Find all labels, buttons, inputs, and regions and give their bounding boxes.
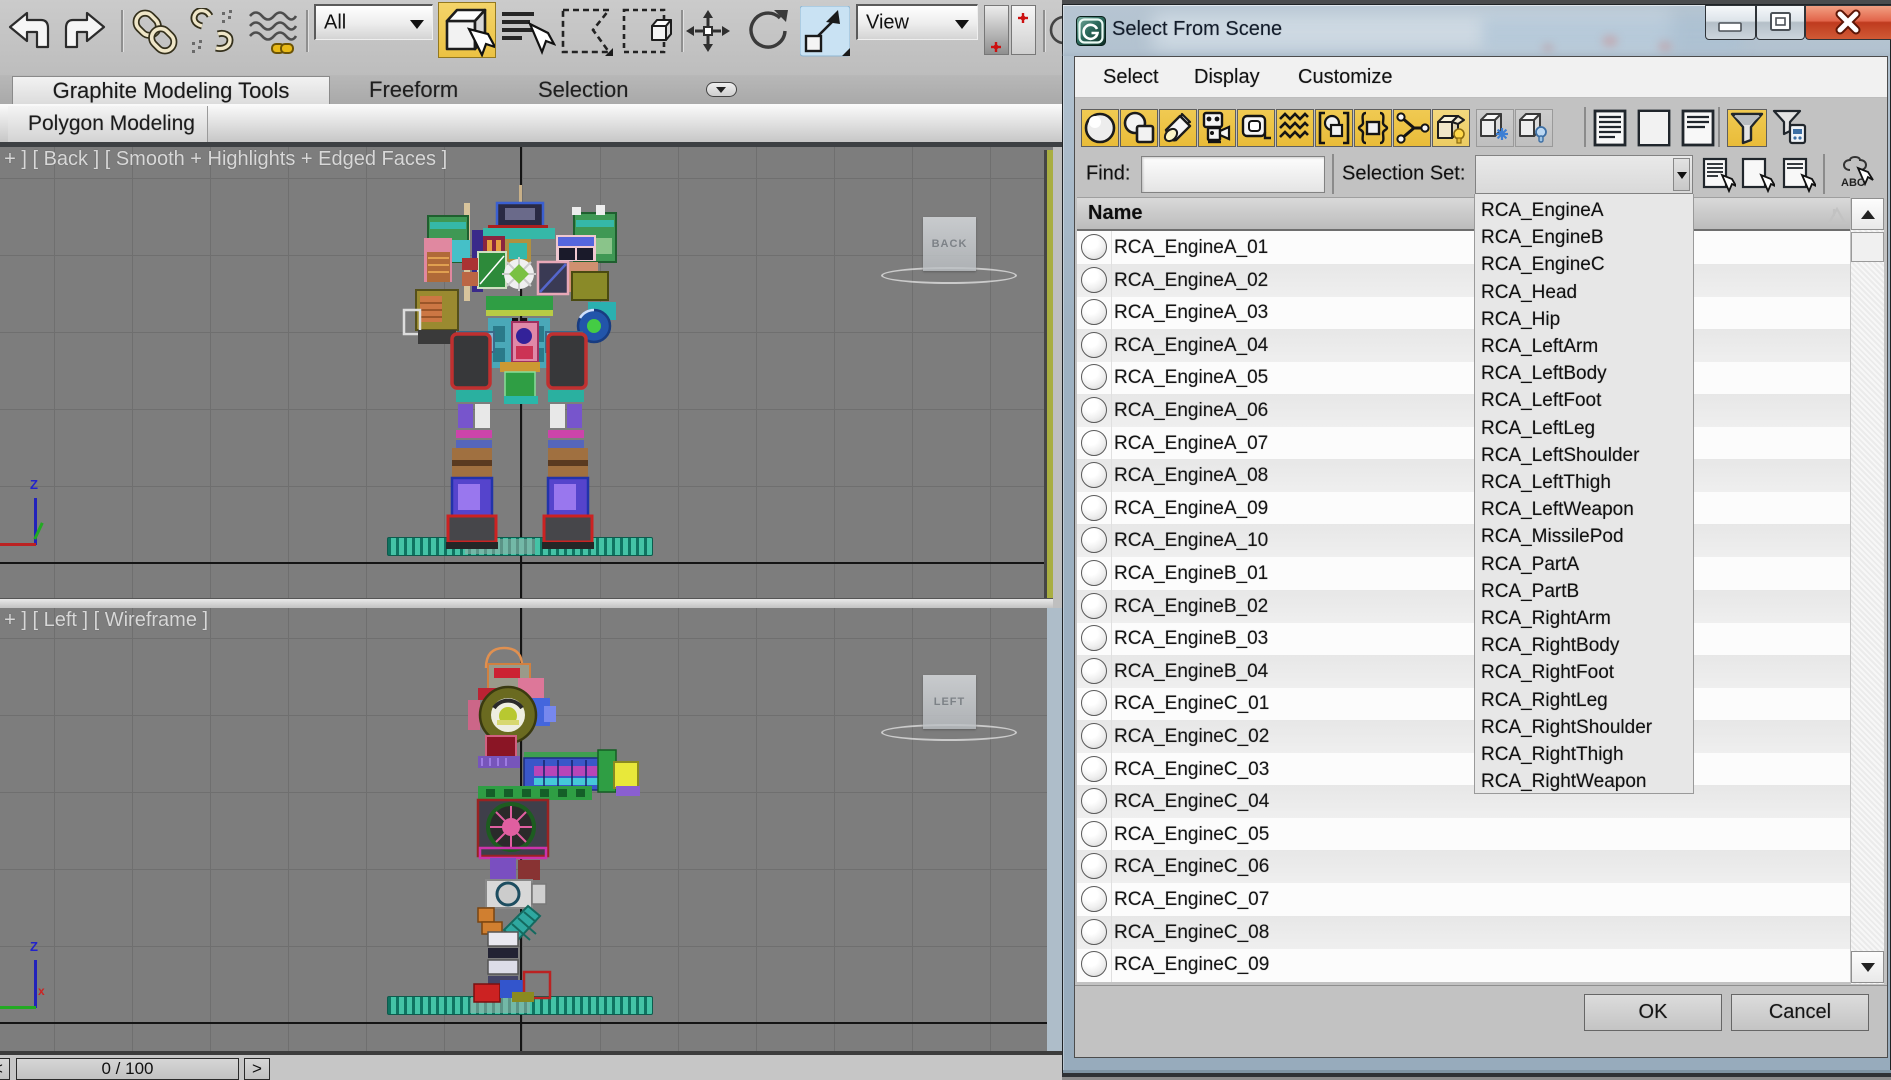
svg-text:ABC: ABC bbox=[1841, 177, 1865, 189]
